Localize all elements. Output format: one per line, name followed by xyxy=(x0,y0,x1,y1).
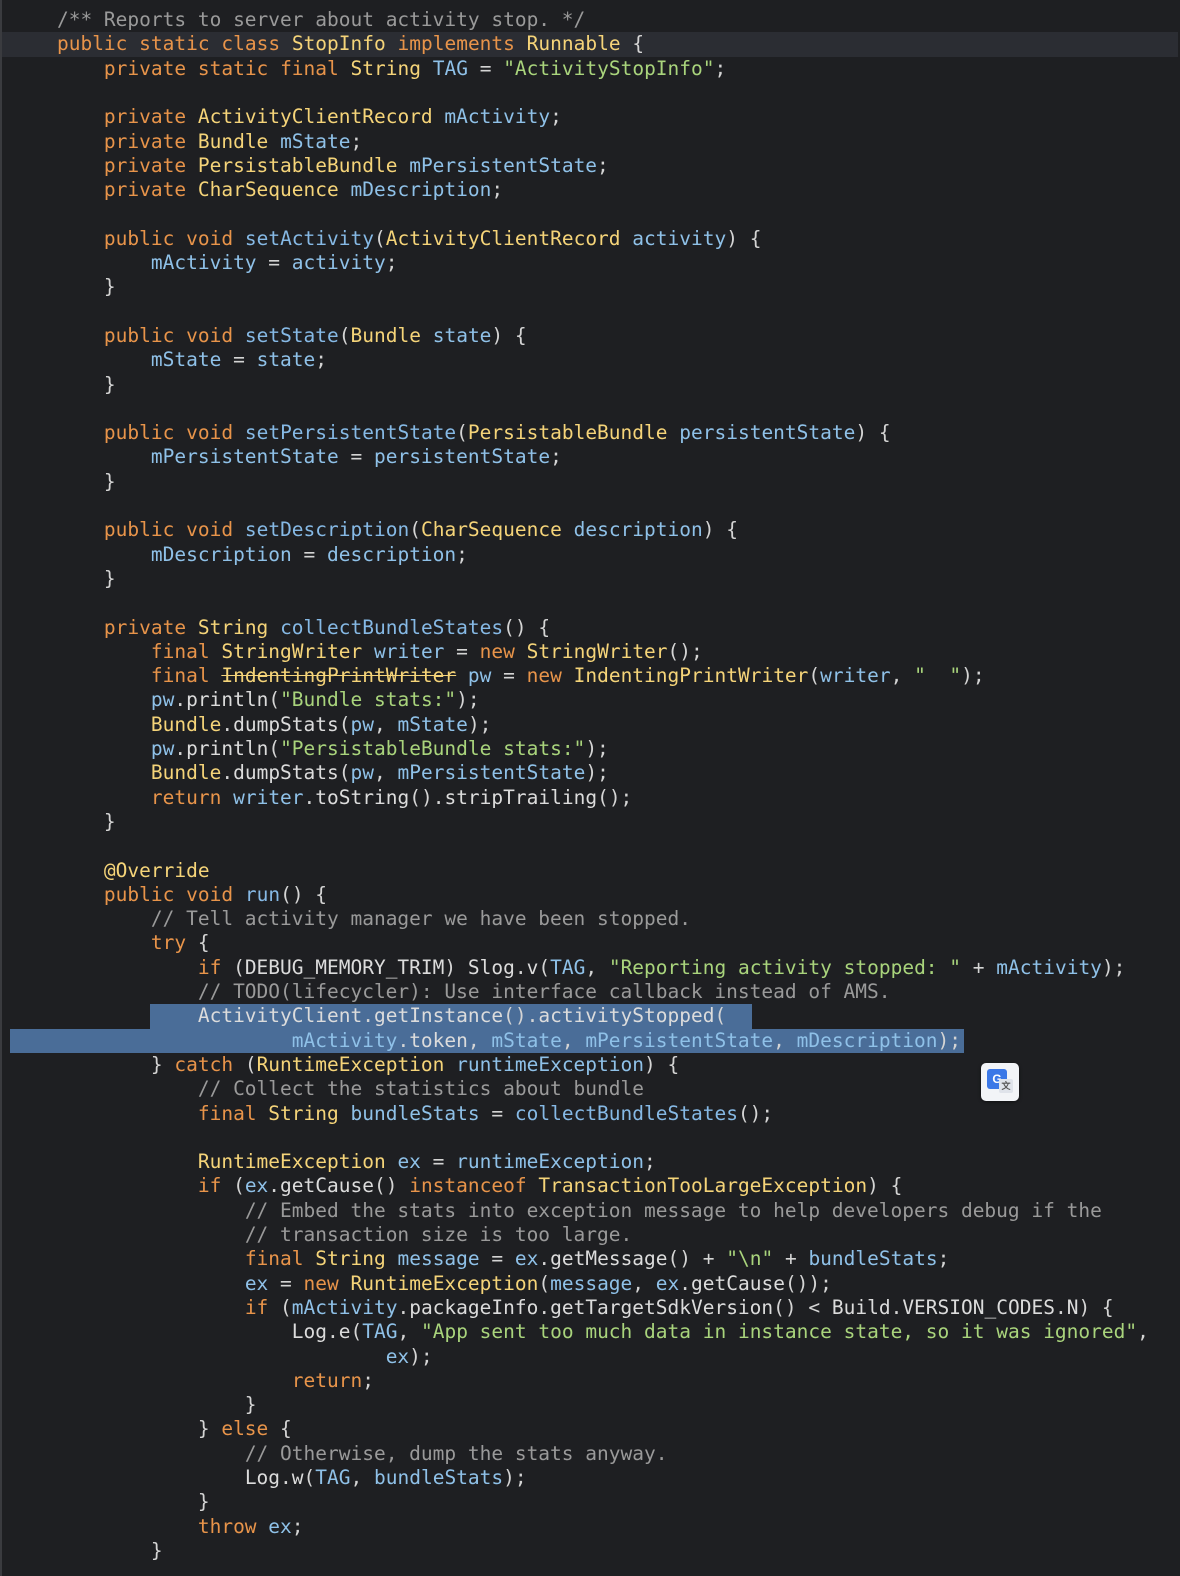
code-line[interactable]: private CharSequence mDescription; xyxy=(2,178,1178,202)
code-line[interactable]: @Override xyxy=(2,859,1178,883)
code-line[interactable]: ex); xyxy=(2,1345,1178,1369)
code-line[interactable]: try { xyxy=(2,931,1178,955)
code-line[interactable]: return writer.toString().stripTrailing()… xyxy=(2,786,1178,810)
code-editor[interactable]: /** Reports to server about activity sto… xyxy=(0,0,1180,1576)
code-line[interactable]: } xyxy=(2,1393,1178,1417)
code-line[interactable]: final StringWriter writer = new StringWr… xyxy=(2,640,1178,664)
code-line[interactable]: Log.e(TAG, "App sent too much data in in… xyxy=(2,1320,1178,1344)
code-line[interactable]: final IndentingPrintWriter pw = new Inde… xyxy=(2,664,1178,688)
code-line[interactable]: // TODO(lifecycler): Use interface callb… xyxy=(2,980,1178,1004)
code-line[interactable]: public void setDescription(CharSequence … xyxy=(2,518,1178,542)
code-line[interactable]: final String bundleStats = collectBundle… xyxy=(2,1102,1178,1126)
code-line[interactable]: // transaction size is too large. xyxy=(2,1223,1178,1247)
code-line[interactable]: } xyxy=(2,275,1178,299)
code-line[interactable] xyxy=(2,202,1178,226)
code-line[interactable] xyxy=(2,834,1178,858)
code-line[interactable]: // Tell activity manager we have been st… xyxy=(2,907,1178,931)
code-line[interactable]: if (DEBUG_MEMORY_TRIM) Slog.v(TAG, "Repo… xyxy=(2,956,1178,980)
translate-button[interactable]: G 文 xyxy=(981,1063,1019,1101)
code-line[interactable]: } xyxy=(2,1539,1178,1563)
code-line[interactable] xyxy=(2,1126,1178,1150)
code-line[interactable]: if (mActivity.packageInfo.getTargetSdkVe… xyxy=(2,1296,1178,1320)
code-line[interactable]: mState = state; xyxy=(2,348,1178,372)
code-line[interactable] xyxy=(2,397,1178,421)
code-line[interactable]: public void run() { xyxy=(2,883,1178,907)
code-line[interactable]: final String message = ex.getMessage() +… xyxy=(2,1247,1178,1271)
code-line[interactable]: mActivity = activity; xyxy=(2,251,1178,275)
code-line[interactable]: // Otherwise, dump the stats anyway. xyxy=(2,1442,1178,1466)
code-line[interactable]: pw.println("PersistableBundle stats:"); xyxy=(2,737,1178,761)
code-line[interactable]: Bundle.dumpStats(pw, mPersistentState); xyxy=(2,761,1178,785)
code-line[interactable]: private String collectBundleStates() { xyxy=(2,616,1178,640)
code-line[interactable] xyxy=(2,300,1178,324)
code-line[interactable]: private Bundle mState; xyxy=(2,130,1178,154)
code-line[interactable]: RuntimeException ex = runtimeException; xyxy=(2,1150,1178,1174)
code-line[interactable]: public void setActivity(ActivityClientRe… xyxy=(2,227,1178,251)
translate-glyph-icon: 文 xyxy=(999,1079,1013,1093)
code-line[interactable]: private static final String TAG = "Activ… xyxy=(2,57,1178,81)
code-line[interactable]: ActivityClient.getInstance().activitySto… xyxy=(2,1004,1178,1028)
code-line[interactable]: } xyxy=(2,373,1178,397)
code-line[interactable]: return; xyxy=(2,1369,1178,1393)
code-line[interactable]: public static class StopInfo implements … xyxy=(2,32,1178,57)
code-line[interactable]: throw ex; xyxy=(2,1515,1178,1539)
code-line[interactable]: private PersistableBundle mPersistentSta… xyxy=(2,154,1178,178)
code-line[interactable]: /** Reports to server about activity sto… xyxy=(2,8,1178,32)
code-line[interactable]: private ActivityClientRecord mActivity; xyxy=(2,105,1178,129)
code-line[interactable]: } xyxy=(2,810,1178,834)
code-line[interactable]: mPersistentState = persistentState; xyxy=(2,445,1178,469)
code-line[interactable]: ex = new RuntimeException(message, ex.ge… xyxy=(2,1272,1178,1296)
code-line[interactable]: if (ex.getCause() instanceof Transaction… xyxy=(2,1174,1178,1198)
code-line[interactable]: pw.println("Bundle stats:"); xyxy=(2,688,1178,712)
code-line[interactable]: } xyxy=(2,567,1178,591)
code-line[interactable]: mActivity.token, mState, mPersistentStat… xyxy=(2,1029,1178,1053)
code-line[interactable]: public void setState(Bundle state) { xyxy=(2,324,1178,348)
code-line[interactable]: public void setPersistentState(Persistab… xyxy=(2,421,1178,445)
code-line[interactable]: Bundle.dumpStats(pw, mState); xyxy=(2,713,1178,737)
code-line[interactable]: Log.w(TAG, bundleStats); xyxy=(2,1466,1178,1490)
code-line[interactable] xyxy=(2,494,1178,518)
code-line[interactable]: mDescription = description; xyxy=(2,543,1178,567)
code-line[interactable]: // Embed the stats into exception messag… xyxy=(2,1199,1178,1223)
code-line[interactable] xyxy=(2,81,1178,105)
code-line[interactable]: } else { xyxy=(2,1417,1178,1441)
code-line[interactable]: } xyxy=(2,1490,1178,1514)
code-line[interactable]: } xyxy=(2,470,1178,494)
code-line[interactable] xyxy=(2,591,1178,615)
